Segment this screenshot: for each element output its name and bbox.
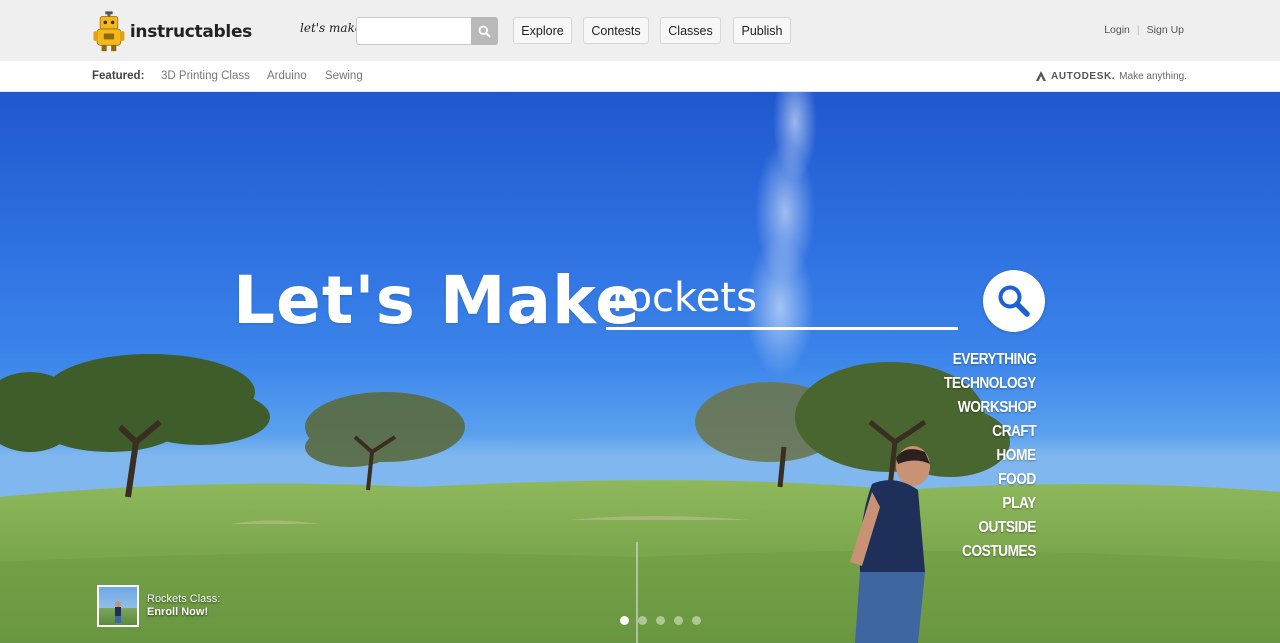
- featured-link-sewing[interactable]: Sewing: [325, 70, 363, 82]
- search-icon: [478, 25, 491, 38]
- login-link[interactable]: Login: [1104, 24, 1130, 36]
- hero-title: Let's Make: [233, 262, 641, 339]
- promo-line-2: Enroll Now!: [147, 606, 209, 618]
- category-workshop[interactable]: WORKSHOP: [958, 396, 1037, 420]
- carousel-dot-4[interactable]: [674, 616, 683, 625]
- nav-explore-button[interactable]: Explore: [513, 17, 572, 44]
- hero-banner: Let's Make EVERYTHING TECHNOLOGY WORKSHO…: [0, 92, 1280, 643]
- hero-background-photo: [0, 92, 1280, 643]
- carousel-dot-3[interactable]: [656, 616, 665, 625]
- class-promo[interactable]: Rockets Class: Enroll Now!: [97, 585, 220, 627]
- category-home[interactable]: HOME: [997, 444, 1037, 468]
- auth-separator: |: [1136, 24, 1140, 36]
- featured-link-3d-printing[interactable]: 3D Printing Class: [161, 70, 250, 82]
- magnifier-icon: [998, 285, 1030, 317]
- header-search-input[interactable]: [356, 17, 471, 45]
- header-search: [356, 17, 498, 45]
- featured-label: Featured:: [92, 70, 145, 82]
- category-costumes[interactable]: COSTUMES: [962, 540, 1036, 564]
- category-play[interactable]: PLAY: [1003, 492, 1037, 516]
- instructables-logo[interactable]: instructables: [92, 6, 252, 58]
- category-food[interactable]: FOOD: [998, 468, 1036, 492]
- autodesk-brand: AUTODESK.: [1051, 70, 1116, 82]
- top-header: instructables let's make Explore Contest…: [0, 0, 1280, 61]
- header-search-button[interactable]: [471, 17, 498, 45]
- auth-links: Login | Sign Up: [1104, 24, 1184, 36]
- promo-thumbnail[interactable]: [97, 585, 139, 627]
- promo-text[interactable]: Rockets Class: Enroll Now!: [147, 593, 220, 619]
- signup-link[interactable]: Sign Up: [1147, 24, 1184, 36]
- nav-publish-button[interactable]: Publish: [733, 17, 791, 44]
- category-list: EVERYTHING TECHNOLOGY WORKSHOP CRAFT HOM…: [880, 348, 1036, 564]
- brand-wordmark[interactable]: instructables: [130, 22, 252, 42]
- autodesk-tagline: Make anything.: [1119, 70, 1187, 82]
- autodesk-badge[interactable]: AUTODESK. Make anything.: [1035, 70, 1187, 82]
- hero-search-button[interactable]: [983, 270, 1045, 332]
- carousel-dot-2[interactable]: [638, 616, 647, 625]
- carousel-dots: [620, 616, 701, 625]
- lets-make-label: let's make: [300, 21, 362, 35]
- promo-person-icon: [115, 601, 121, 623]
- category-everything[interactable]: EVERYTHING: [952, 348, 1036, 372]
- featured-bar: Featured: 3D Printing Class Arduino Sewi…: [0, 61, 1280, 92]
- promo-line-1: Rockets Class:: [147, 593, 221, 605]
- hero-search-input[interactable]: [606, 268, 958, 330]
- nav-classes-button[interactable]: Classes: [660, 17, 721, 44]
- robot-mascot-icon: [93, 11, 125, 52]
- carousel-dot-1[interactable]: [620, 616, 629, 625]
- autodesk-logo-icon: [1036, 71, 1047, 81]
- category-technology[interactable]: TECHNOLOGY: [944, 372, 1036, 396]
- category-outside[interactable]: OUTSIDE: [978, 516, 1036, 540]
- nav-contests-button[interactable]: Contests: [583, 17, 649, 44]
- carousel-dot-5[interactable]: [692, 616, 701, 625]
- category-craft[interactable]: CRAFT: [992, 420, 1037, 444]
- featured-link-arduino[interactable]: Arduino: [267, 70, 307, 82]
